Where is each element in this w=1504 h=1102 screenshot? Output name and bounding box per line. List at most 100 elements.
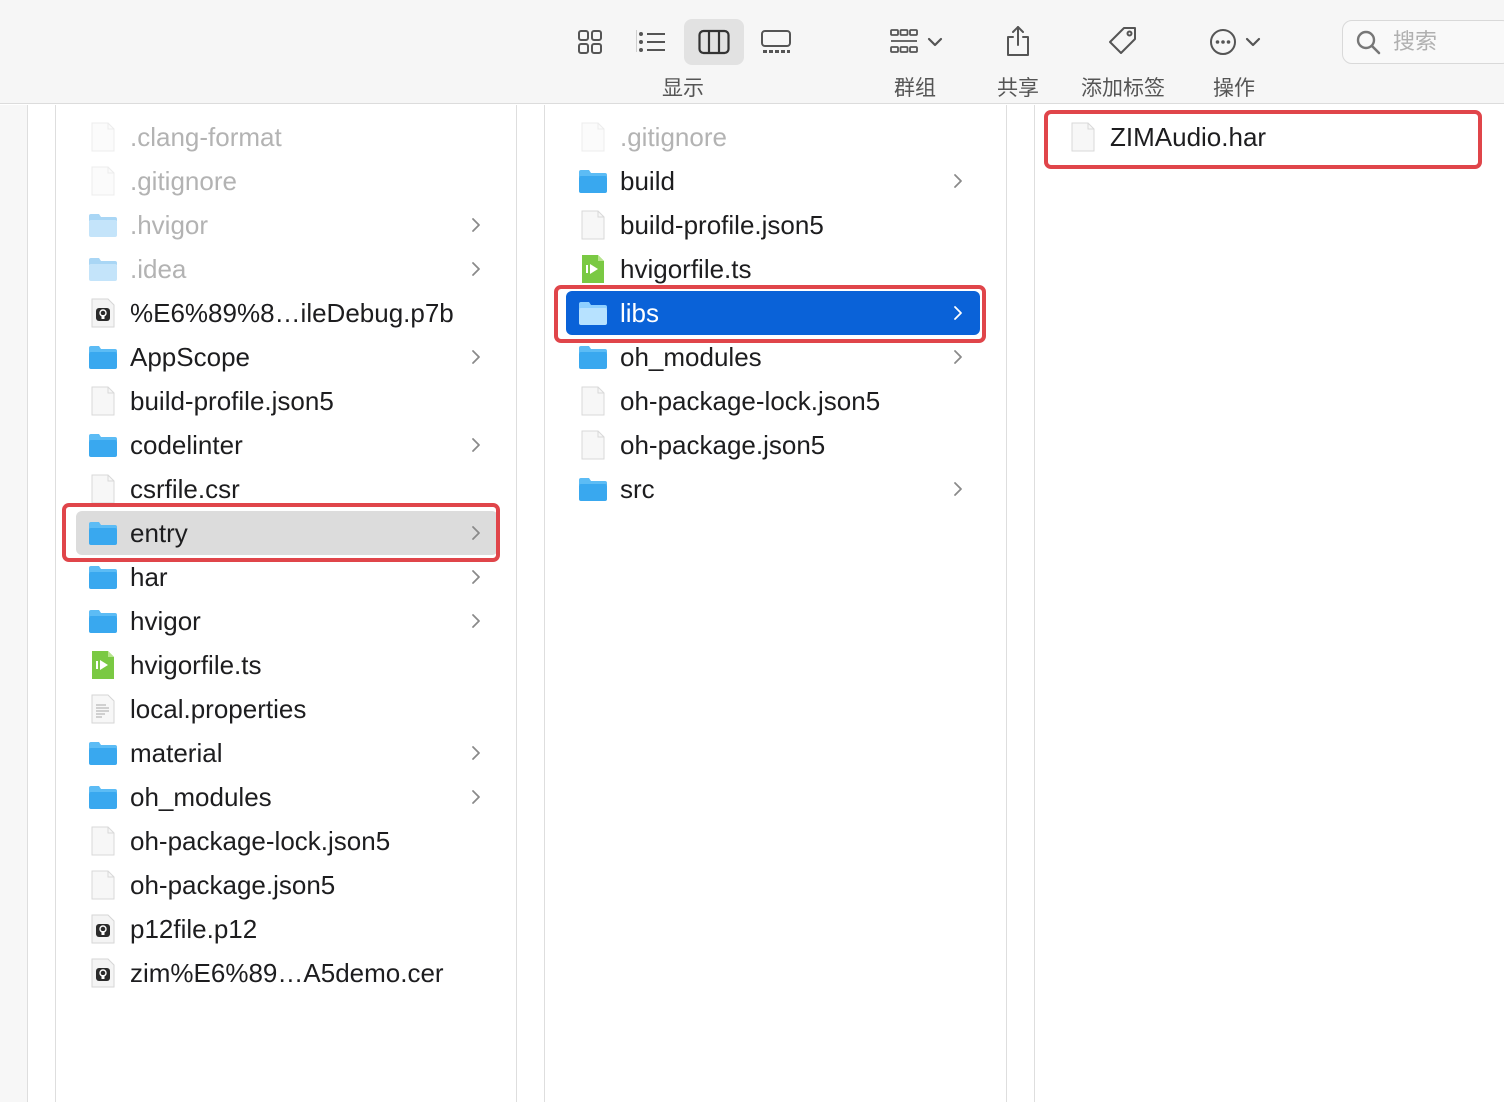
certificate-file-icon bbox=[88, 298, 118, 328]
folder-icon bbox=[578, 166, 608, 196]
folder-item[interactable]: .hvigor bbox=[76, 203, 498, 247]
chevron-right-icon bbox=[468, 349, 484, 365]
folder-item[interactable]: oh_modules bbox=[566, 335, 980, 379]
add-tag-button[interactable] bbox=[1100, 18, 1146, 64]
search-field[interactable] bbox=[1342, 20, 1504, 64]
folder-item[interactable]: oh_modules bbox=[76, 775, 498, 819]
document-icon bbox=[88, 474, 118, 504]
file-item[interactable]: hvigorfile.ts bbox=[566, 247, 980, 291]
gallery-icon bbox=[761, 30, 791, 53]
column-view-button[interactable] bbox=[684, 19, 744, 65]
item-name: oh_modules bbox=[130, 781, 272, 812]
file-item[interactable]: oh-package.json5 bbox=[566, 423, 980, 467]
folder-item[interactable]: entry bbox=[76, 511, 498, 555]
tag-icon bbox=[1109, 27, 1136, 54]
folder-icon bbox=[578, 298, 608, 328]
folder-item[interactable]: hvigor bbox=[76, 599, 498, 643]
file-item[interactable]: .gitignore bbox=[566, 115, 980, 159]
columns-icon bbox=[698, 29, 730, 55]
folder-icon bbox=[88, 738, 118, 768]
chevron-right-icon bbox=[950, 349, 966, 365]
chevron-right-icon bbox=[468, 789, 484, 805]
chevron-right-icon bbox=[950, 173, 966, 189]
document-icon bbox=[88, 386, 118, 416]
column-divider bbox=[1034, 105, 1035, 1102]
folder-icon bbox=[88, 562, 118, 592]
folder-icon bbox=[578, 342, 608, 372]
item-name: local.properties bbox=[130, 693, 307, 724]
file-item[interactable]: build-profile.json5 bbox=[76, 379, 498, 423]
action-button[interactable] bbox=[1202, 20, 1268, 64]
folder-icon bbox=[578, 474, 608, 504]
file-item[interactable]: local.properties bbox=[76, 687, 498, 731]
item-name: oh-package-lock.json5 bbox=[620, 385, 881, 416]
file-item[interactable]: zim%E6%89…A5demo.cer bbox=[76, 951, 498, 995]
chevron-right-icon bbox=[468, 437, 484, 453]
document-icon bbox=[578, 430, 608, 460]
item-name: .hvigor bbox=[130, 209, 209, 240]
item-name: hvigor bbox=[130, 605, 201, 636]
file-item[interactable]: build-profile.json5 bbox=[566, 203, 980, 247]
chevron-right-icon bbox=[468, 745, 484, 761]
folder-item[interactable]: src bbox=[566, 467, 980, 511]
certificate-file-icon bbox=[88, 958, 118, 988]
chevron-right-icon bbox=[950, 305, 966, 321]
item-name: har bbox=[130, 561, 168, 592]
file-item[interactable]: ZIMAudio.har bbox=[1056, 115, 1470, 159]
group-icon bbox=[890, 29, 918, 53]
file-item[interactable]: %E6%89%8…ileDebug.p7b bbox=[76, 291, 498, 335]
folder-item[interactable]: AppScope bbox=[76, 335, 498, 379]
item-name: material bbox=[130, 737, 223, 768]
item-name: AppScope bbox=[130, 341, 250, 372]
document-icon bbox=[88, 826, 118, 856]
folder-item[interactable]: build bbox=[566, 159, 980, 203]
file-item[interactable]: .clang-format bbox=[76, 115, 498, 159]
document-icon bbox=[88, 122, 118, 152]
column-3 bbox=[1007, 105, 1504, 1102]
item-name: ZIMAudio.har bbox=[1110, 121, 1267, 152]
item-name: build bbox=[620, 165, 675, 196]
list-icon bbox=[639, 32, 665, 52]
item-name: build-profile.json5 bbox=[130, 385, 334, 416]
chevron-right-icon bbox=[468, 525, 484, 541]
file-item[interactable]: csrfile.csr bbox=[76, 467, 498, 511]
file-item[interactable]: oh-package.json5 bbox=[76, 863, 498, 907]
group-button[interactable] bbox=[880, 20, 952, 64]
folder-icon bbox=[88, 782, 118, 812]
document-icon bbox=[578, 210, 608, 240]
share-button[interactable] bbox=[996, 18, 1040, 64]
folder-icon bbox=[88, 342, 118, 372]
file-item[interactable]: hvigorfile.ts bbox=[76, 643, 498, 687]
file-item[interactable]: .gitignore bbox=[76, 159, 498, 203]
folder-item[interactable]: material bbox=[76, 731, 498, 775]
list-view-button[interactable] bbox=[630, 20, 674, 64]
item-name: %E6%89%8…ileDebug.p7b bbox=[130, 297, 454, 328]
item-name: .idea bbox=[130, 253, 187, 284]
item-name: oh-package.json5 bbox=[620, 429, 826, 460]
document-icon bbox=[88, 166, 118, 196]
chevron-down-icon bbox=[1245, 37, 1261, 47]
document-icon bbox=[1068, 122, 1098, 152]
typescript-file-icon bbox=[578, 254, 608, 284]
view-label: 显示 bbox=[662, 77, 704, 100]
typescript-file-icon bbox=[88, 650, 118, 680]
item-name: codelinter bbox=[130, 429, 243, 460]
chevron-down-icon bbox=[927, 37, 943, 47]
file-item[interactable]: oh-package-lock.json5 bbox=[566, 379, 980, 423]
folder-item[interactable]: libs bbox=[566, 291, 980, 335]
search-input[interactable] bbox=[1393, 29, 1503, 55]
gallery-view-button[interactable] bbox=[752, 20, 800, 64]
folder-item[interactable]: codelinter bbox=[76, 423, 498, 467]
icon-view-button[interactable] bbox=[568, 20, 612, 64]
folder-icon bbox=[88, 254, 118, 284]
document-icon bbox=[88, 870, 118, 900]
finder-toolbar: 显示 群组 共享 添加标签 操作 搜索 bbox=[0, 0, 1504, 104]
action-label: 操作 bbox=[1213, 77, 1255, 100]
chevron-right-icon bbox=[468, 569, 484, 585]
file-item[interactable]: oh-package-lock.json5 bbox=[76, 819, 498, 863]
file-item[interactable]: p12file.p12 bbox=[76, 907, 498, 951]
item-name: csrfile.csr bbox=[130, 473, 240, 504]
folder-item[interactable]: har bbox=[76, 555, 498, 599]
document-icon bbox=[578, 386, 608, 416]
folder-item[interactable]: .idea bbox=[76, 247, 498, 291]
